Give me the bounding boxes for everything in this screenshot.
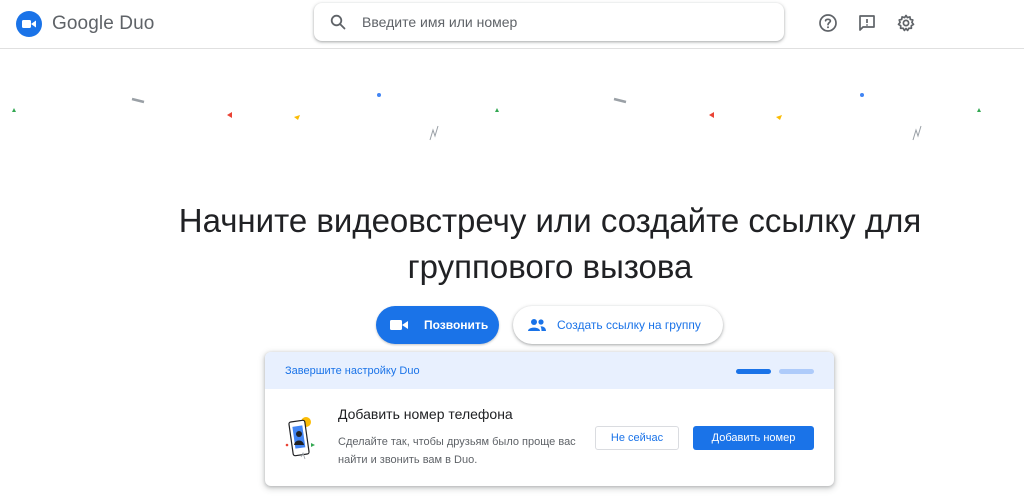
setup-card-header: Завершите настройку Duo — [265, 352, 834, 389]
setup-card-title: Добавить номер телефона — [338, 406, 513, 422]
call-button[interactable]: Позвонить — [376, 306, 499, 344]
setup-card-header-title: Завершите настройку Duo — [285, 364, 420, 377]
search-icon — [330, 13, 348, 31]
confetti-decoration — [12, 93, 981, 141]
videocam-icon — [390, 316, 408, 334]
setup-card: Завершите настройку Duo Добавить номер т… — [265, 352, 834, 486]
search-box[interactable] — [314, 3, 784, 41]
google-duo-logo[interactable]: Google Duo — [16, 11, 154, 37]
progress-step-completed — [736, 369, 771, 374]
page-title: Начните видеовстречу или создайте ссылку… — [0, 198, 1024, 290]
phone-illustration-icon — [285, 417, 315, 460]
settings-icon[interactable] — [894, 11, 918, 35]
title-line-1: Начните видеовстречу или создайте ссылку… — [178, 202, 922, 239]
help-icon[interactable] — [816, 11, 840, 35]
duo-camera-icon — [16, 11, 42, 37]
create-group-link-label: Создать ссылку на группу — [557, 318, 701, 332]
logo-text: Google Duo — [52, 13, 155, 34]
add-number-button[interactable]: Добавить номер — [693, 426, 814, 450]
setup-card-body: Добавить номер телефона Сделайте так, чт… — [265, 389, 834, 486]
feedback-icon[interactable] — [855, 11, 879, 35]
group-icon — [527, 316, 547, 334]
setup-card-description: Сделайте так, чтобы друзьям было проще в… — [338, 436, 576, 466]
search-input[interactable] — [360, 13, 764, 31]
call-button-label: Позвонить — [424, 318, 489, 332]
top-bar: Google Duo — [0, 0, 1024, 49]
progress-step-pending — [779, 369, 814, 374]
title-line-2: группового вызова — [407, 248, 693, 285]
create-group-link-button[interactable]: Создать ссылку на группу — [513, 306, 723, 344]
not-now-button[interactable]: Не сейчас — [595, 426, 679, 450]
